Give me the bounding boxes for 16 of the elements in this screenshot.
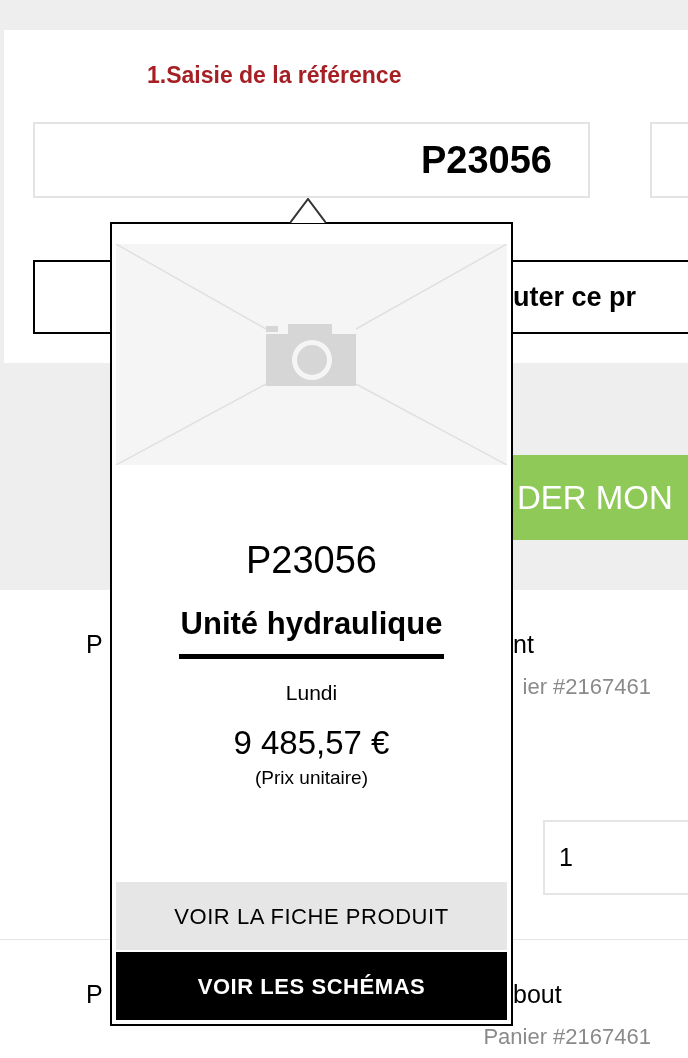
product-text: nt (513, 629, 534, 660)
product-name: Unité hydraulique (178, 605, 445, 659)
product-reference: P23056 (246, 541, 377, 579)
section-title: 1.Saisie de la référence (147, 61, 402, 90)
product-text: P (86, 629, 103, 660)
product-text: P (86, 979, 103, 1010)
price-note: (Prix unitaire) (255, 765, 368, 790)
product-text: bout (513, 979, 562, 1010)
popover-button[interactable]: VOIR LA FICHE PRODUIT (116, 882, 507, 950)
reference-field[interactable]: P23056 (33, 122, 590, 198)
quantity-field[interactable]: 1 (543, 820, 688, 895)
popover-button[interactable]: VOIR LES SCHÉMAS (116, 952, 507, 1020)
cart-number: Panier #2167461 (483, 1023, 651, 1051)
product-price: 9 485,57 € (233, 723, 390, 764)
cart-number: ier #2167461 (522, 673, 651, 701)
delivery-day: Lundi (285, 676, 338, 709)
